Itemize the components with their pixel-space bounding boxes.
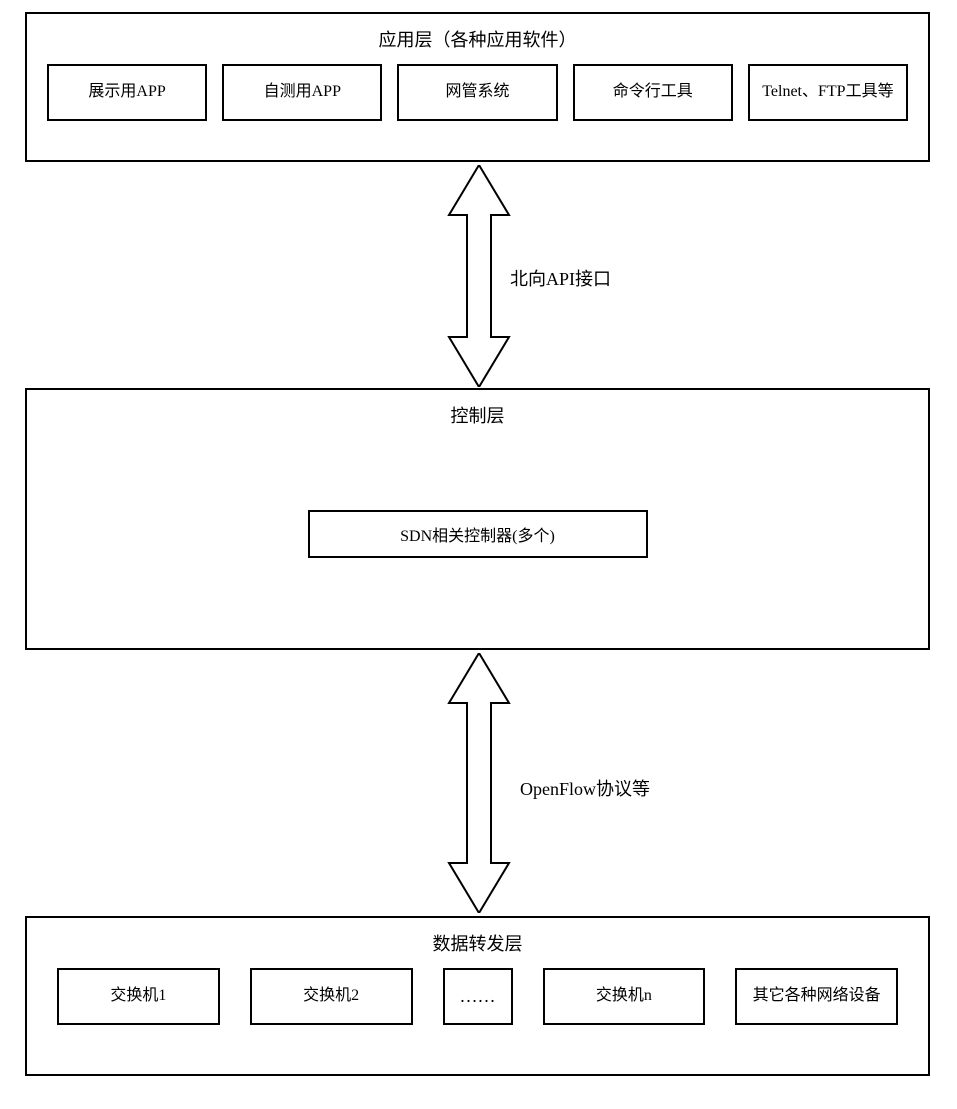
app-box-selftest: 自测用APP [222,64,382,121]
southbound-label-container: OpenFlow协议等 [520,775,650,801]
northbound-label-container: 北向API接口 [510,265,611,291]
other-devices-box: 其它各种网络设备 [735,968,898,1025]
switch-2-box: 交换机2 [250,968,413,1025]
southbound-arrow-container [439,653,519,918]
switch-n-box: 交换机n [543,968,706,1025]
control-layer-title: 控制层 [27,390,928,440]
sdn-controller-box: SDN相关控制器(多个) [308,510,648,558]
southbound-label: OpenFlow协议等 [520,779,650,799]
application-layer-items: 展示用APP 自测用APP 网管系统 命令行工具 Telnet、FTP工具等 [27,64,928,141]
app-box-display: 展示用APP [47,64,207,121]
data-layer-title: 数据转发层 [27,918,928,968]
application-layer-title: 应用层（各种应用软件） [27,14,928,64]
app-box-telnet-ftp: Telnet、FTP工具等 [748,64,908,121]
data-layer-items: 交换机1 交换机2 …… 交换机n 其它各种网络设备 [27,968,928,1045]
ellipsis-box: …… [443,968,513,1025]
data-layer-box: 数据转发层 交换机1 交换机2 …… 交换机n 其它各种网络设备 [25,916,930,1076]
app-box-cli: 命令行工具 [573,64,733,121]
application-layer-box: 应用层（各种应用软件） 展示用APP 自测用APP 网管系统 命令行工具 Tel… [25,12,930,162]
northbound-label: 北向API接口 [510,269,611,289]
double-arrow-icon [439,165,519,387]
control-layer-box: 控制层 SDN相关控制器(多个) [25,388,930,650]
app-box-nms: 网管系统 [397,64,557,121]
switch-1-box: 交换机1 [57,968,220,1025]
double-arrow-icon [439,653,519,913]
northbound-arrow-container [439,165,519,392]
control-inner-wrap: SDN相关控制器(多个) [27,440,928,558]
